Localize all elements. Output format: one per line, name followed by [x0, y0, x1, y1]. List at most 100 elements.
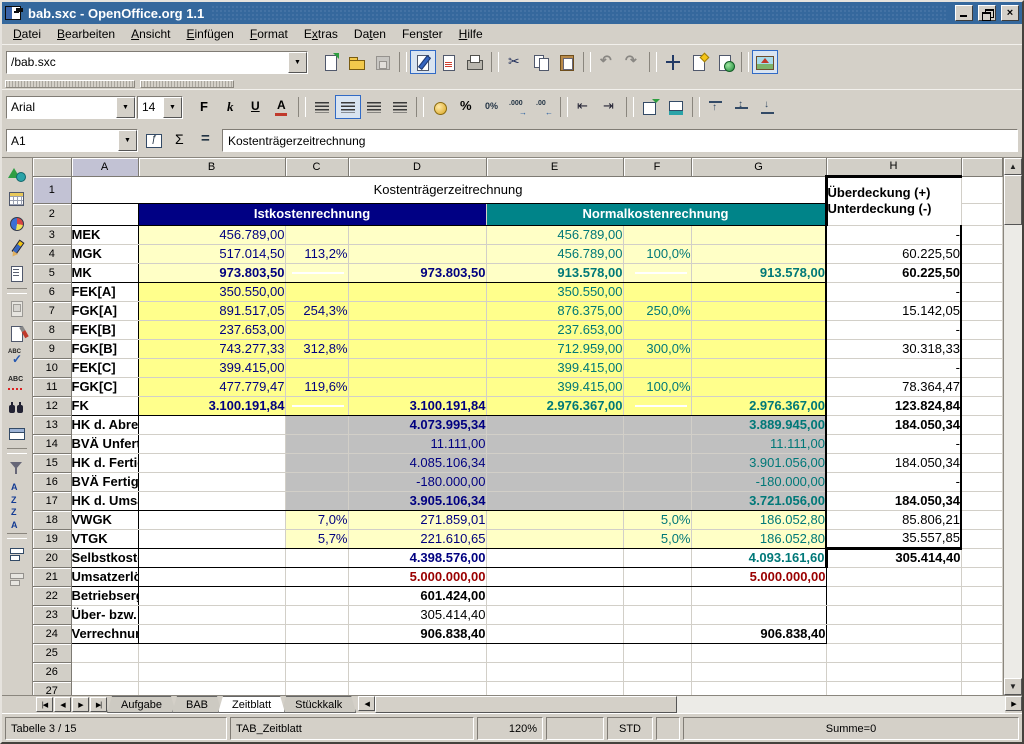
cell-F12[interactable]	[623, 396, 691, 415]
cell-D19[interactable]: 221.610,65	[348, 529, 486, 548]
cell-G13[interactable]: 3.889.945,00	[691, 415, 826, 434]
row-header-15[interactable]: 15	[33, 453, 71, 472]
cell-E2[interactable]: Normalkostenrechnung	[486, 203, 826, 225]
cell-G10[interactable]	[691, 358, 826, 377]
cell-G14[interactable]: 11.111,00	[691, 434, 826, 453]
cell-F24[interactable]	[623, 624, 691, 643]
cell-F26[interactable]	[623, 662, 691, 681]
column-header-F[interactable]: F	[623, 158, 691, 176]
cell-F23[interactable]	[623, 605, 691, 624]
cell-D17[interactable]: 3.905.106,34	[348, 491, 486, 510]
tab-nav-previous-button[interactable]: ◀	[54, 697, 71, 712]
cell-H7[interactable]: 15.142,05	[826, 301, 961, 320]
column-header-E[interactable]: E	[486, 158, 623, 176]
cell-E18[interactable]	[486, 510, 623, 529]
cell-F16[interactable]	[623, 472, 691, 491]
cell-C3[interactable]	[285, 225, 348, 244]
cell-C27[interactable]	[285, 681, 348, 695]
bold-icon[interactable]	[191, 95, 217, 119]
cell-F6[interactable]	[623, 282, 691, 301]
chevron-down-icon[interactable]: ▼	[288, 52, 307, 73]
cell-H18[interactable]: 85.806,21	[826, 510, 961, 529]
row-header-12[interactable]: 12	[33, 396, 71, 415]
menu-daten[interactable]: Daten	[346, 25, 394, 43]
cell-C11[interactable]: 119,6%	[285, 377, 348, 396]
cell-H25[interactable]	[826, 643, 961, 662]
stylist-icon[interactable]	[686, 50, 712, 74]
cell-E19[interactable]	[486, 529, 623, 548]
cell-H1[interactable]: Überdeckung (+)Unterdeckung (-)	[826, 176, 961, 225]
vertical-scrollbar[interactable]: ▲ ▼	[1003, 158, 1022, 695]
cell-A12[interactable]: FK	[71, 396, 138, 415]
open-icon[interactable]	[344, 50, 370, 74]
font-size-input[interactable]	[138, 97, 163, 118]
cell-A24[interactable]: Verrechnungsergebnis	[71, 624, 138, 643]
cell-F7[interactable]: 250,0%	[623, 301, 691, 320]
minimize-button[interactable]	[955, 5, 973, 21]
close-button[interactable]: ×	[1001, 5, 1019, 21]
cell-C9[interactable]: 312,8%	[285, 339, 348, 358]
cell-E21[interactable]	[486, 567, 623, 586]
cell-D11[interactable]	[348, 377, 486, 396]
cell-D25[interactable]	[348, 643, 486, 662]
zoom-field[interactable]: 120%	[477, 717, 543, 740]
cell-F19[interactable]: 5,0%	[623, 529, 691, 548]
column-header-H[interactable]: H	[826, 158, 961, 176]
cell-A19[interactable]: VTGK	[71, 529, 138, 548]
cell-C12[interactable]	[285, 396, 348, 415]
cell-B22[interactable]	[138, 586, 285, 605]
cell-E13[interactable]	[486, 415, 623, 434]
font-name-input[interactable]	[7, 97, 116, 118]
cell-A1[interactable]: Kostenträgerzeitrechnung	[71, 176, 826, 203]
cell-F14[interactable]	[623, 434, 691, 453]
cell-G5[interactable]: 913.578,00	[691, 263, 826, 282]
choose-themes-icon[interactable]	[4, 321, 30, 346]
cell-F10[interactable]	[623, 358, 691, 377]
cell-H23[interactable]	[826, 605, 961, 624]
cell-E23[interactable]	[486, 605, 623, 624]
cell-C18[interactable]: 7,0%	[285, 510, 348, 529]
cell-B8[interactable]: 237.653,00	[138, 320, 285, 339]
align-center-icon[interactable]	[335, 95, 361, 119]
row-header-1[interactable]: 1	[33, 176, 71, 203]
cell-A22[interactable]: Betriebsergebnis	[71, 586, 138, 605]
menu-datei[interactable]: Datei	[5, 25, 49, 43]
cell-A11[interactable]: FGK[C]	[71, 377, 138, 396]
cell-E9[interactable]: 712.959,00	[486, 339, 623, 358]
cell-C16[interactable]	[285, 472, 348, 491]
cell-G23[interactable]	[691, 605, 826, 624]
cell-D3[interactable]	[348, 225, 486, 244]
cell-A16[interactable]: BVÄ Fertigerzeugnisse	[71, 472, 138, 491]
cell-G4[interactable]	[691, 244, 826, 263]
cell-D9[interactable]	[348, 339, 486, 358]
cell-A5[interactable]: MK	[71, 263, 138, 282]
draw-functions-icon[interactable]	[4, 236, 30, 261]
cell-A21[interactable]: Umsatzerlöse	[71, 567, 138, 586]
row-header-11[interactable]: 11	[33, 377, 71, 396]
cell-D7[interactable]	[348, 301, 486, 320]
cell-H3[interactable]: -	[826, 225, 961, 244]
cell-E20[interactable]	[486, 548, 623, 567]
cell-B27[interactable]	[138, 681, 285, 695]
cell-G24[interactable]: 906.838,40	[691, 624, 826, 643]
cell-G19[interactable]: 186.052,80	[691, 529, 826, 548]
row-header-27[interactable]: 27	[33, 681, 71, 695]
chevron-down-icon[interactable]: ▼	[118, 130, 137, 151]
cell-E17[interactable]	[486, 491, 623, 510]
toolbar-grip[interactable]	[5, 80, 135, 88]
cell-B10[interactable]: 399.415,00	[138, 358, 285, 377]
cell-F8[interactable]	[623, 320, 691, 339]
tab-aufgabe[interactable]: Aufgabe	[107, 696, 176, 713]
increase-indent-icon[interactable]	[597, 95, 623, 119]
cell-F20[interactable]	[623, 548, 691, 567]
italic-icon[interactable]	[217, 95, 243, 119]
scroll-down-icon[interactable]: ▼	[1004, 678, 1022, 695]
background-color-icon[interactable]	[663, 95, 689, 119]
horizontal-scroll-thumb[interactable]	[375, 696, 677, 713]
datasources-icon[interactable]	[4, 421, 30, 446]
cell-H10[interactable]: -	[826, 358, 961, 377]
url-input[interactable]	[7, 52, 288, 73]
cell-B19[interactable]	[138, 529, 285, 548]
cell-F9[interactable]: 300,0%	[623, 339, 691, 358]
cell-D13[interactable]: 4.073.995,34	[348, 415, 486, 434]
